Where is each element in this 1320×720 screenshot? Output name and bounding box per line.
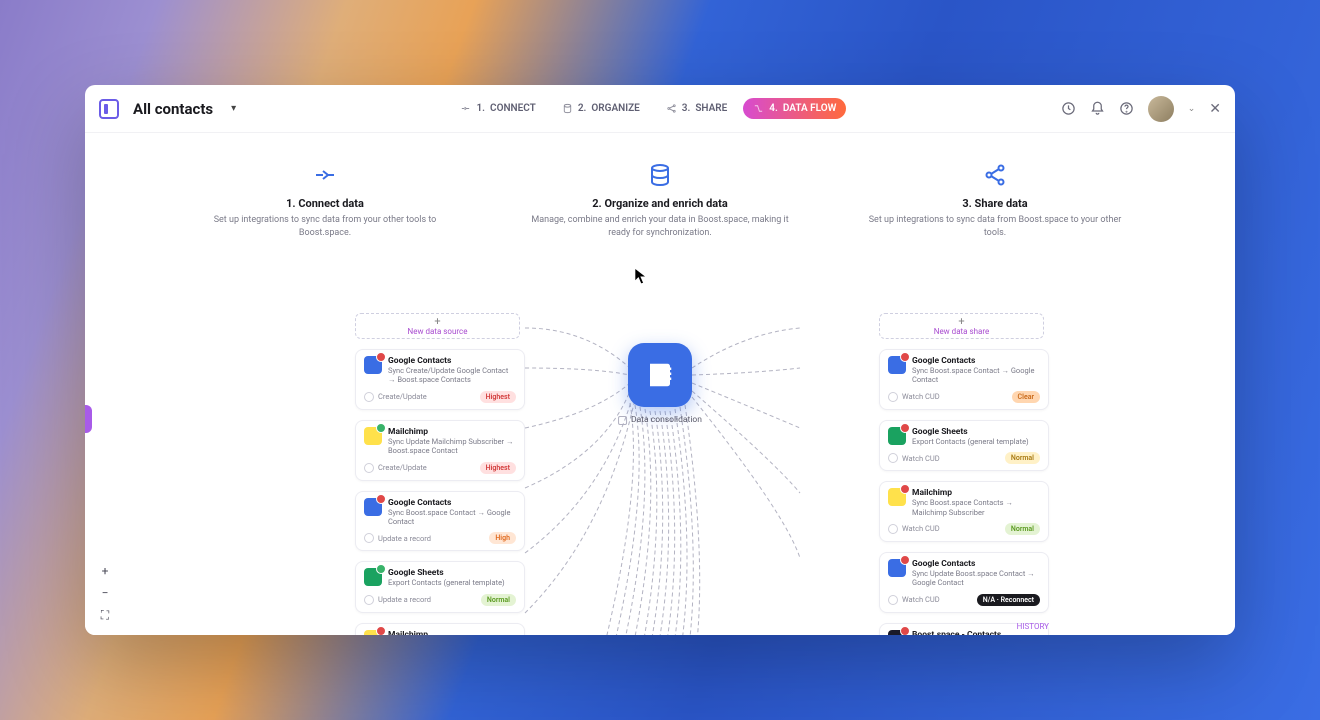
avatar-caret[interactable]: ⌄ <box>1188 104 1196 114</box>
title-dropdown[interactable]: ▾ <box>231 103 236 114</box>
card-subtitle: Export Contacts (general template) <box>912 437 1040 446</box>
topbar-actions: ⌄ ✕ <box>1061 96 1221 122</box>
google-icon <box>364 356 382 374</box>
source-card[interactable]: Mailchimp Sync Update Mailchimp Subscrib… <box>355 420 525 481</box>
share-card[interactable]: Google Contacts Sync Boost.space Contact… <box>879 349 1049 410</box>
col-organize: 2. Organize and enrich data Manage, comb… <box>510 163 810 239</box>
card-title: Google Contacts <box>388 498 516 508</box>
bell-icon[interactable] <box>1090 101 1105 116</box>
card-title: Google Sheets <box>912 427 1040 437</box>
top-bar: All contacts ▾ 1. CONNECT 2. ORGANIZE 3.… <box>85 85 1235 133</box>
sheets-icon <box>888 427 906 445</box>
card-title: Google Contacts <box>912 356 1040 366</box>
google-icon <box>888 559 906 577</box>
zoom-controls: + − ⛶ <box>97 563 113 623</box>
column-headers: 1. Connect data Set up integrations to s… <box>85 133 1235 239</box>
history-icon[interactable] <box>1061 101 1076 116</box>
connect-icon <box>460 103 471 114</box>
share-stack: + New data share Google Contacts Sync Bo… <box>879 313 1049 635</box>
card-subtitle: Sync Boost.space Contact → Google Contac… <box>388 508 516 527</box>
center-node[interactable] <box>628 343 692 407</box>
source-card[interactable]: Google Contacts Sync Create/Update Googl… <box>355 349 525 410</box>
history-link[interactable]: HISTORY <box>1017 622 1049 631</box>
step-share[interactable]: 3. SHARE <box>656 98 738 119</box>
flow-icon <box>753 103 764 114</box>
avatar[interactable] <box>1148 96 1174 122</box>
card-subtitle: Sync Create/Update Google Contact → Boos… <box>388 366 516 385</box>
card-subtitle: Export Contacts (general template) <box>388 578 516 587</box>
mailchimp-icon <box>364 630 382 635</box>
google-icon <box>364 498 382 516</box>
source-card[interactable]: Google Sheets Export Contacts (general t… <box>355 561 525 612</box>
side-tab[interactable] <box>85 405 92 433</box>
google-icon <box>888 356 906 374</box>
plus-icon: + <box>434 316 440 327</box>
source-stack: + New data source Google Contacts Sync C… <box>355 313 525 635</box>
center-label: Data consolidation <box>618 415 702 425</box>
plus-icon: + <box>958 316 964 327</box>
new-data-share[interactable]: + New data share <box>879 313 1044 339</box>
page-title: All contacts <box>133 100 213 118</box>
card-title: Mailchimp <box>388 630 516 635</box>
mailchimp-icon <box>888 488 906 506</box>
database-icon <box>562 103 573 114</box>
step-nav: 1. CONNECT 2. ORGANIZE 3. SHARE 4. DATA … <box>246 98 1051 119</box>
col-connect: 1. Connect data Set up integrations to s… <box>175 163 475 239</box>
share-card[interactable]: Google Contacts Sync Update Boost.space … <box>879 552 1049 613</box>
card-title: Google Contacts <box>388 356 516 366</box>
card-title: Google Contacts <box>912 559 1040 569</box>
help-icon[interactable] <box>1119 101 1134 116</box>
source-card[interactable]: Mailchimp Sync Mailchimp Watch Subscribe… <box>355 623 525 635</box>
card-title: Google Sheets <box>388 568 516 578</box>
col-share: 3. Share data Set up integrations to syn… <box>845 163 1145 239</box>
card-title: Mailchimp <box>912 488 1040 498</box>
share-card[interactable]: Mailchimp Sync Boost.space Contacts → Ma… <box>879 481 1049 542</box>
sheets-icon <box>364 568 382 586</box>
card-subtitle: Sync Update Mailchimp Subscriber → Boost… <box>388 437 516 456</box>
share-col-icon <box>983 163 1007 187</box>
step-organize[interactable]: 2. ORGANIZE <box>552 98 650 119</box>
step-connect[interactable]: 1. CONNECT <box>450 98 545 119</box>
close-icon[interactable]: ✕ <box>1209 101 1221 117</box>
boost-icon <box>888 630 906 635</box>
card-subtitle: Sync Update Boost.space Contact → Google… <box>912 569 1040 588</box>
flow-canvas[interactable]: 1. Connect data Set up integrations to s… <box>85 133 1235 635</box>
card-subtitle: Sync Boost.space Contacts → Mailchimp Su… <box>912 498 1040 517</box>
mailchimp-icon <box>364 427 382 445</box>
zoom-fit[interactable]: ⛶ <box>97 607 113 623</box>
database-col-icon <box>648 163 672 187</box>
card-subtitle: Sync Boost.space Contact → Google Contac… <box>912 366 1040 385</box>
new-data-source[interactable]: + New data source <box>355 313 520 339</box>
share-card[interactable]: Google Sheets Export Contacts (general t… <box>879 420 1049 471</box>
zoom-in[interactable]: + <box>97 563 113 579</box>
share-icon <box>666 103 677 114</box>
square-icon <box>618 416 627 425</box>
mouse-cursor <box>634 267 648 285</box>
contacts-icon <box>645 360 675 390</box>
app-logo-icon <box>99 99 119 119</box>
card-title: Mailchimp <box>388 427 516 437</box>
app-window: All contacts ▾ 1. CONNECT 2. ORGANIZE 3.… <box>85 85 1235 635</box>
connect-col-icon <box>313 163 337 187</box>
source-card[interactable]: Google Contacts Sync Boost.space Contact… <box>355 491 525 552</box>
zoom-out[interactable]: − <box>97 585 113 601</box>
step-dataflow[interactable]: 4. DATA FLOW <box>743 98 846 119</box>
